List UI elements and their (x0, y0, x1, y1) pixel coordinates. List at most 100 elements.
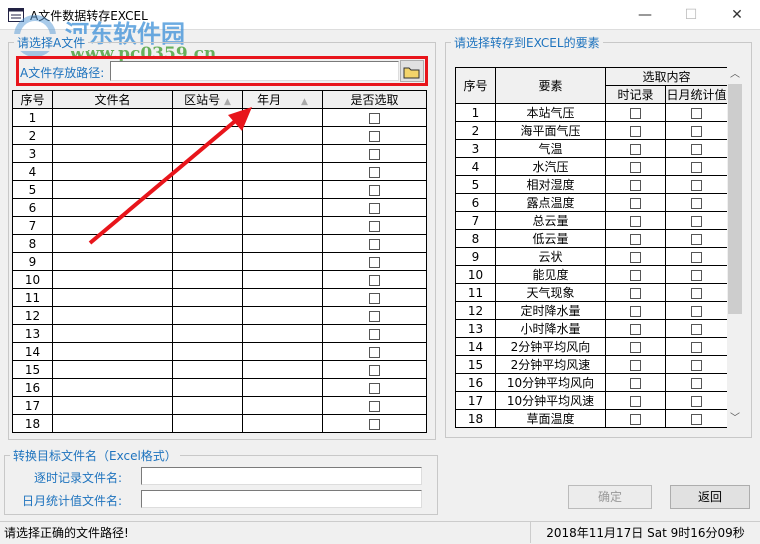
hourly-checkbox[interactable] (630, 125, 641, 137)
file-table-row[interactable]: 18 (12, 414, 427, 433)
daily-checkbox[interactable] (691, 125, 702, 137)
element-table-row[interactable]: 10 能见度 (455, 265, 729, 284)
element-table-scrollbar[interactable]: ︿ ﹀ (727, 67, 743, 429)
daily-checkbox[interactable] (691, 215, 702, 227)
browse-button[interactable] (400, 60, 424, 82)
element-table-row[interactable]: 13 小时降水量 (455, 319, 729, 338)
row-select-checkbox[interactable] (369, 328, 380, 340)
scrollbar-thumb[interactable] (728, 84, 742, 314)
back-button[interactable]: 返回 (670, 485, 750, 509)
element-table-row[interactable]: 6 露点温度 (455, 193, 729, 212)
hourly-checkbox[interactable] (630, 215, 641, 227)
hourly-checkbox[interactable] (630, 107, 641, 119)
row-select-checkbox[interactable] (369, 220, 380, 232)
daily-checkbox[interactable] (691, 305, 702, 317)
element-table-row[interactable]: 7 总云量 (455, 211, 729, 230)
row-select-checkbox[interactable] (369, 130, 380, 142)
hourly-checkbox[interactable] (630, 413, 641, 425)
hourly-checkbox[interactable] (630, 197, 641, 209)
maximize-button[interactable]: ☐ (668, 0, 714, 30)
element-table-row[interactable]: 11 天气现象 (455, 283, 729, 302)
element-table-row[interactable]: 9 云状 (455, 247, 729, 266)
file-table-row[interactable]: 16 (12, 378, 427, 397)
element-table-row[interactable]: 14 2分钟平均风向 (455, 337, 729, 356)
hourly-checkbox[interactable] (630, 251, 641, 263)
col-select[interactable]: 是否选取 (322, 90, 427, 109)
file-table-row[interactable]: 12 (12, 306, 427, 325)
row-select-checkbox[interactable] (369, 346, 380, 358)
element-table-row[interactable]: 15 2分钟平均风速 (455, 355, 729, 374)
file-table-row[interactable]: 9 (12, 252, 427, 271)
hourly-checkbox[interactable] (630, 143, 641, 155)
daily-checkbox[interactable] (691, 395, 702, 407)
daily-checkbox[interactable] (691, 143, 702, 155)
row-select-checkbox[interactable] (369, 382, 380, 394)
close-button[interactable]: ✕ (714, 0, 760, 30)
col-element[interactable]: 要素 (495, 67, 606, 104)
row-select-checkbox[interactable] (369, 364, 380, 376)
row-select-checkbox[interactable] (369, 418, 380, 430)
file-table-row[interactable]: 11 (12, 288, 427, 307)
hourly-checkbox[interactable] (630, 269, 641, 281)
daily-checkbox[interactable] (691, 269, 702, 281)
daily-checkbox[interactable] (691, 413, 702, 425)
daily-checkbox[interactable] (691, 161, 702, 173)
file-table-row[interactable]: 17 (12, 396, 427, 415)
hourly-checkbox[interactable] (630, 377, 641, 389)
row-select-checkbox[interactable] (369, 202, 380, 214)
daily-checkbox[interactable] (691, 377, 702, 389)
hourly-checkbox[interactable] (630, 305, 641, 317)
file-table-row[interactable]: 14 (12, 342, 427, 361)
hourly-checkbox[interactable] (630, 179, 641, 191)
daily-checkbox[interactable] (691, 341, 702, 353)
file-table-row[interactable]: 10 (12, 270, 427, 289)
hourly-checkbox[interactable] (630, 161, 641, 173)
col-select-content[interactable]: 选取内容 (604, 67, 729, 86)
row-select-checkbox[interactable] (369, 184, 380, 196)
row-select-checkbox[interactable] (369, 166, 380, 178)
daily-checkbox[interactable] (691, 251, 702, 263)
row-select-checkbox[interactable] (369, 148, 380, 160)
hourly-checkbox[interactable] (630, 341, 641, 353)
element-table-row[interactable]: 3 气温 (455, 139, 729, 158)
row-select-checkbox[interactable] (369, 238, 380, 250)
daily-checkbox[interactable] (691, 107, 702, 119)
row-select-checkbox[interactable] (369, 112, 380, 124)
path-input[interactable] (110, 61, 399, 81)
row-select-checkbox[interactable] (369, 256, 380, 268)
element-table-row[interactable]: 8 低云量 (455, 229, 729, 248)
element-table-row[interactable]: 5 相对湿度 (455, 175, 729, 194)
element-table-row[interactable]: 2 海平面气压 (455, 121, 729, 140)
col-index[interactable]: 序号 (455, 67, 496, 104)
col-index[interactable]: 序号 (12, 90, 53, 109)
hourly-checkbox[interactable] (630, 395, 641, 407)
row-select-checkbox[interactable] (369, 310, 380, 322)
daily-checkbox[interactable] (691, 179, 702, 191)
minimize-button[interactable]: — (622, 0, 668, 30)
element-table-row[interactable]: 18 草面温度 (455, 409, 729, 428)
hourly-checkbox[interactable] (630, 359, 641, 371)
scroll-up-icon[interactable]: ︿ (727, 67, 743, 83)
daily-checkbox[interactable] (691, 287, 702, 299)
element-table-row[interactable]: 17 10分钟平均风速 (455, 391, 729, 410)
col-hourly[interactable]: 时记录 (605, 85, 666, 104)
row-select-checkbox[interactable] (369, 400, 380, 412)
col-daily[interactable]: 日月统计值 (664, 85, 729, 104)
daily-checkbox[interactable] (691, 197, 702, 209)
daily-checkbox[interactable] (691, 359, 702, 371)
ok-button[interactable]: 确定 (568, 485, 652, 509)
hourly-checkbox[interactable] (630, 233, 641, 245)
hourly-checkbox[interactable] (630, 287, 641, 299)
element-table-row[interactable]: 16 10分钟平均风向 (455, 373, 729, 392)
element-table-row[interactable]: 4 水汽压 (455, 157, 729, 176)
row-select-checkbox[interactable] (369, 292, 380, 304)
element-table-row[interactable]: 12 定时降水量 (455, 301, 729, 320)
daily-filename-input[interactable] (141, 490, 422, 508)
file-table-row[interactable]: 15 (12, 360, 427, 379)
scroll-down-icon[interactable]: ﹀ (727, 411, 743, 427)
hourly-filename-input[interactable] (141, 467, 422, 485)
hourly-checkbox[interactable] (630, 323, 641, 335)
element-table-row[interactable]: 1 本站气压 (455, 103, 729, 122)
file-table-row[interactable]: 13 (12, 324, 427, 343)
row-select-checkbox[interactable] (369, 274, 380, 286)
